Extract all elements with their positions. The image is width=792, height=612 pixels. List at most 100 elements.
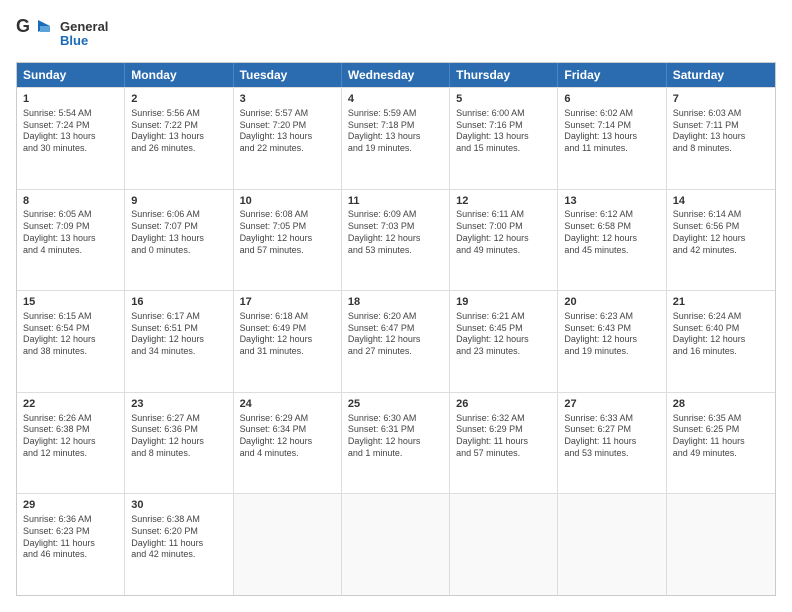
day-number: 3	[240, 92, 335, 107]
day-number: 20	[564, 295, 659, 310]
calendar-cell-29: 29Sunrise: 6:36 AM Sunset: 6:23 PM Dayli…	[17, 494, 125, 595]
day-info: Sunrise: 6:36 AM Sunset: 6:23 PM Dayligh…	[23, 514, 118, 561]
calendar-header: SundayMondayTuesdayWednesdayThursdayFrid…	[17, 63, 775, 87]
header-day-thursday: Thursday	[450, 63, 558, 87]
day-info: Sunrise: 6:09 AM Sunset: 7:03 PM Dayligh…	[348, 209, 443, 256]
calendar-cell-18: 18Sunrise: 6:20 AM Sunset: 6:47 PM Dayli…	[342, 291, 450, 392]
day-info: Sunrise: 6:29 AM Sunset: 6:34 PM Dayligh…	[240, 413, 335, 460]
day-number: 10	[240, 194, 335, 209]
day-info: Sunrise: 6:38 AM Sunset: 6:20 PM Dayligh…	[131, 514, 226, 561]
calendar-cell-empty-4	[450, 494, 558, 595]
day-number: 27	[564, 397, 659, 412]
header-day-monday: Monday	[125, 63, 233, 87]
header: G GeneralBlue	[16, 16, 776, 52]
logo-svg: G	[16, 16, 56, 52]
day-number: 28	[673, 397, 769, 412]
header-day-wednesday: Wednesday	[342, 63, 450, 87]
svg-text:G: G	[16, 16, 30, 36]
day-info: Sunrise: 6:03 AM Sunset: 7:11 PM Dayligh…	[673, 108, 769, 155]
day-number: 26	[456, 397, 551, 412]
calendar-body: 1Sunrise: 5:54 AM Sunset: 7:24 PM Daylig…	[17, 87, 775, 595]
header-day-sunday: Sunday	[17, 63, 125, 87]
calendar-cell-5: 5Sunrise: 6:00 AM Sunset: 7:16 PM Daylig…	[450, 88, 558, 189]
day-info: Sunrise: 6:05 AM Sunset: 7:09 PM Dayligh…	[23, 209, 118, 256]
day-number: 8	[23, 194, 118, 209]
calendar: SundayMondayTuesdayWednesdayThursdayFrid…	[16, 62, 776, 596]
day-number: 5	[456, 92, 551, 107]
day-number: 6	[564, 92, 659, 107]
day-number: 18	[348, 295, 443, 310]
calendar-cell-25: 25Sunrise: 6:30 AM Sunset: 6:31 PM Dayli…	[342, 393, 450, 494]
calendar-cell-4: 4Sunrise: 5:59 AM Sunset: 7:18 PM Daylig…	[342, 88, 450, 189]
day-info: Sunrise: 6:17 AM Sunset: 6:51 PM Dayligh…	[131, 311, 226, 358]
day-info: Sunrise: 6:15 AM Sunset: 6:54 PM Dayligh…	[23, 311, 118, 358]
calendar-cell-16: 16Sunrise: 6:17 AM Sunset: 6:51 PM Dayli…	[125, 291, 233, 392]
day-info: Sunrise: 6:20 AM Sunset: 6:47 PM Dayligh…	[348, 311, 443, 358]
day-info: Sunrise: 5:54 AM Sunset: 7:24 PM Dayligh…	[23, 108, 118, 155]
calendar-cell-1: 1Sunrise: 5:54 AM Sunset: 7:24 PM Daylig…	[17, 88, 125, 189]
calendar-cell-19: 19Sunrise: 6:21 AM Sunset: 6:45 PM Dayli…	[450, 291, 558, 392]
page: G GeneralBlue SundayMondayTuesdayWednesda…	[0, 0, 792, 612]
calendar-cell-empty-2	[234, 494, 342, 595]
calendar-cell-21: 21Sunrise: 6:24 AM Sunset: 6:40 PM Dayli…	[667, 291, 775, 392]
calendar-cell-22: 22Sunrise: 6:26 AM Sunset: 6:38 PM Dayli…	[17, 393, 125, 494]
day-info: Sunrise: 6:35 AM Sunset: 6:25 PM Dayligh…	[673, 413, 769, 460]
calendar-row-1: 1Sunrise: 5:54 AM Sunset: 7:24 PM Daylig…	[17, 87, 775, 189]
calendar-cell-28: 28Sunrise: 6:35 AM Sunset: 6:25 PM Dayli…	[667, 393, 775, 494]
calendar-cell-7: 7Sunrise: 6:03 AM Sunset: 7:11 PM Daylig…	[667, 88, 775, 189]
day-info: Sunrise: 5:56 AM Sunset: 7:22 PM Dayligh…	[131, 108, 226, 155]
day-info: Sunrise: 6:12 AM Sunset: 6:58 PM Dayligh…	[564, 209, 659, 256]
calendar-row-5: 29Sunrise: 6:36 AM Sunset: 6:23 PM Dayli…	[17, 493, 775, 595]
calendar-cell-3: 3Sunrise: 5:57 AM Sunset: 7:20 PM Daylig…	[234, 88, 342, 189]
day-info: Sunrise: 5:59 AM Sunset: 7:18 PM Dayligh…	[348, 108, 443, 155]
day-number: 16	[131, 295, 226, 310]
calendar-cell-8: 8Sunrise: 6:05 AM Sunset: 7:09 PM Daylig…	[17, 190, 125, 291]
day-number: 22	[23, 397, 118, 412]
day-number: 21	[673, 295, 769, 310]
logo-text-block: GeneralBlue	[60, 20, 108, 49]
day-info: Sunrise: 6:06 AM Sunset: 7:07 PM Dayligh…	[131, 209, 226, 256]
day-info: Sunrise: 5:57 AM Sunset: 7:20 PM Dayligh…	[240, 108, 335, 155]
day-info: Sunrise: 6:02 AM Sunset: 7:14 PM Dayligh…	[564, 108, 659, 155]
header-day-saturday: Saturday	[667, 63, 775, 87]
calendar-cell-20: 20Sunrise: 6:23 AM Sunset: 6:43 PM Dayli…	[558, 291, 666, 392]
day-info: Sunrise: 6:24 AM Sunset: 6:40 PM Dayligh…	[673, 311, 769, 358]
calendar-cell-17: 17Sunrise: 6:18 AM Sunset: 6:49 PM Dayli…	[234, 291, 342, 392]
day-number: 24	[240, 397, 335, 412]
day-info: Sunrise: 6:14 AM Sunset: 6:56 PM Dayligh…	[673, 209, 769, 256]
day-number: 11	[348, 194, 443, 209]
day-info: Sunrise: 6:27 AM Sunset: 6:36 PM Dayligh…	[131, 413, 226, 460]
day-info: Sunrise: 6:11 AM Sunset: 7:00 PM Dayligh…	[456, 209, 551, 256]
day-info: Sunrise: 6:08 AM Sunset: 7:05 PM Dayligh…	[240, 209, 335, 256]
day-info: Sunrise: 6:33 AM Sunset: 6:27 PM Dayligh…	[564, 413, 659, 460]
calendar-cell-14: 14Sunrise: 6:14 AM Sunset: 6:56 PM Dayli…	[667, 190, 775, 291]
day-number: 14	[673, 194, 769, 209]
day-number: 19	[456, 295, 551, 310]
day-info: Sunrise: 6:18 AM Sunset: 6:49 PM Dayligh…	[240, 311, 335, 358]
calendar-cell-13: 13Sunrise: 6:12 AM Sunset: 6:58 PM Dayli…	[558, 190, 666, 291]
calendar-cell-15: 15Sunrise: 6:15 AM Sunset: 6:54 PM Dayli…	[17, 291, 125, 392]
calendar-cell-10: 10Sunrise: 6:08 AM Sunset: 7:05 PM Dayli…	[234, 190, 342, 291]
day-number: 15	[23, 295, 118, 310]
logo: G GeneralBlue	[16, 16, 108, 52]
calendar-cell-9: 9Sunrise: 6:06 AM Sunset: 7:07 PM Daylig…	[125, 190, 233, 291]
day-info: Sunrise: 6:32 AM Sunset: 6:29 PM Dayligh…	[456, 413, 551, 460]
day-number: 4	[348, 92, 443, 107]
day-info: Sunrise: 6:30 AM Sunset: 6:31 PM Dayligh…	[348, 413, 443, 460]
calendar-cell-30: 30Sunrise: 6:38 AM Sunset: 6:20 PM Dayli…	[125, 494, 233, 595]
day-number: 9	[131, 194, 226, 209]
calendar-row-2: 8Sunrise: 6:05 AM Sunset: 7:09 PM Daylig…	[17, 189, 775, 291]
day-number: 30	[131, 498, 226, 513]
header-day-tuesday: Tuesday	[234, 63, 342, 87]
day-info: Sunrise: 6:26 AM Sunset: 6:38 PM Dayligh…	[23, 413, 118, 460]
day-number: 29	[23, 498, 118, 513]
day-number: 17	[240, 295, 335, 310]
day-number: 25	[348, 397, 443, 412]
header-day-friday: Friday	[558, 63, 666, 87]
day-number: 12	[456, 194, 551, 209]
day-number: 1	[23, 92, 118, 107]
calendar-cell-26: 26Sunrise: 6:32 AM Sunset: 6:29 PM Dayli…	[450, 393, 558, 494]
day-number: 23	[131, 397, 226, 412]
day-info: Sunrise: 6:00 AM Sunset: 7:16 PM Dayligh…	[456, 108, 551, 155]
calendar-cell-empty-6	[667, 494, 775, 595]
